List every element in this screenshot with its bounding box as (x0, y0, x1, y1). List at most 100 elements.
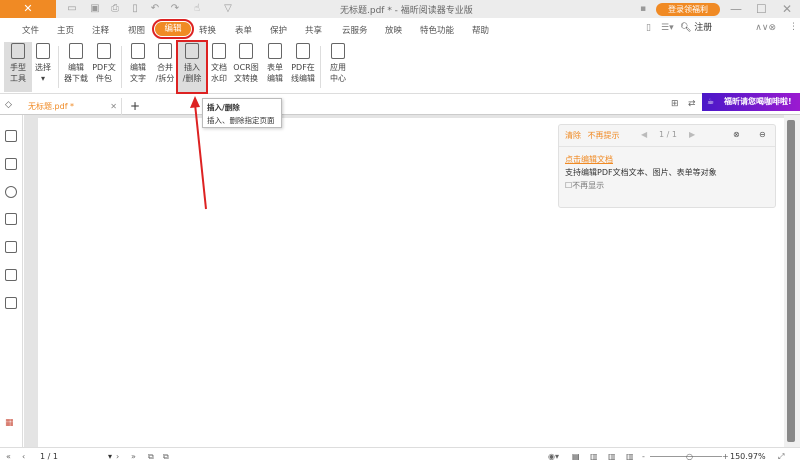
phone-icon[interactable]: ▯ (646, 23, 651, 33)
security-icon[interactable] (5, 269, 17, 281)
next-tip-icon[interactable]: ▶ (689, 130, 695, 139)
menu-form[interactable]: 表单 (235, 24, 252, 36)
continuous-icon[interactable]: ▥ (590, 448, 598, 465)
label: 应用 中心 (330, 63, 346, 83)
menu-convert[interactable]: 转换 (199, 24, 216, 36)
scrollbar-thumb[interactable] (787, 120, 795, 442)
select-button[interactable]: 选择 ▾ (29, 42, 57, 84)
grid-view-icon[interactable]: ⊞ (671, 99, 679, 109)
divider (58, 46, 59, 88)
insert-page-icon (185, 43, 199, 59)
menu-comment[interactable]: 注释 (92, 24, 109, 36)
comment-icon[interactable] (5, 186, 17, 198)
open-icon[interactable]: ▭ (66, 3, 78, 15)
login-button[interactable]: 登录领福利 (656, 3, 720, 16)
first-page-icon[interactable]: « (6, 448, 11, 465)
print-icon[interactable]: ⎙ (109, 3, 121, 15)
online-edit-button[interactable]: PDF在 线编辑 (289, 42, 317, 84)
form-edit-button[interactable]: 表单 编辑 (261, 42, 289, 84)
new-icon[interactable]: ▯ (129, 3, 141, 15)
search-nav-icon[interactable]: ∧∨⊗ (755, 21, 776, 36)
bookmark-icon[interactable] (5, 130, 17, 142)
label: 合并 /拆分 (155, 63, 175, 83)
coffee-icon: ☕ (707, 97, 715, 106)
next-page-icon[interactable]: › (116, 448, 119, 465)
prev-page-icon[interactable]: ‹ (22, 448, 25, 465)
customize-icon[interactable]: ▽ (222, 3, 234, 15)
menu-present[interactable]: 放映 (385, 24, 402, 36)
menu-share[interactable]: 共享 (305, 24, 322, 36)
facing-icon[interactable]: ▥ (608, 448, 616, 465)
pdf-package-button[interactable]: PDF文 件包 (90, 42, 118, 84)
redo-icon[interactable]: ↷ (169, 3, 181, 15)
more-icon[interactable]: ⋮ (789, 22, 798, 32)
minimize-button[interactable]: — (730, 2, 742, 16)
menu-view[interactable]: 视图 (128, 24, 145, 36)
maximize-button[interactable]: ☐ (756, 2, 767, 16)
new-tab-button[interactable]: + (130, 99, 140, 113)
label: 选择 (35, 63, 51, 72)
insert-delete-button[interactable]: 插入 /删除 (176, 40, 208, 94)
promo-banner[interactable]: ☕ 福昕请您喝咖啡啦! (702, 93, 800, 111)
zoom-in-button[interactable]: + (722, 448, 729, 465)
menu-help[interactable]: 帮助 (472, 24, 489, 36)
edit-text-button[interactable]: 编辑 文字 (124, 42, 152, 84)
attachment-icon[interactable] (5, 241, 17, 253)
zoom-level[interactable]: 150.97% (730, 448, 766, 465)
hand-icon[interactable]: ☝ (191, 3, 203, 15)
settings-icon[interactable]: ⊗ (733, 130, 740, 139)
pages-icon[interactable] (5, 158, 17, 170)
app-center-button[interactable]: 应用 中心 (324, 42, 352, 84)
cover-facing-icon[interactable]: ▥ (626, 448, 634, 465)
menu-features[interactable]: 特色功能 (420, 24, 454, 36)
divider (320, 46, 321, 88)
ocr-button[interactable]: OCR图 文转换 (232, 42, 260, 84)
clear-link[interactable]: 清除 (565, 131, 581, 140)
label: OCR图 文转换 (233, 63, 259, 83)
app-logo: ✕ (0, 0, 56, 18)
extract-page-icon[interactable]: ⧉ (163, 448, 169, 465)
search-input[interactable]: 🔍︎ 注册 ∧∨⊗ (680, 21, 776, 36)
close-tab-icon[interactable]: ✕ (110, 98, 117, 115)
watermark-button[interactable]: 文档 水印 (205, 42, 233, 84)
dont-show-checkbox[interactable]: ☐不再显示 (565, 179, 769, 192)
signature-icon[interactable] (5, 297, 17, 309)
find-options-icon[interactable]: ☰▾ (661, 23, 674, 33)
undo-icon[interactable]: ↶ (149, 3, 161, 15)
menu-home[interactable]: 主页 (57, 24, 74, 36)
layers-icon[interactable] (5, 213, 17, 225)
search-value: 注册 (694, 23, 713, 33)
page-input[interactable]: 1 / 1 ▾ (40, 448, 112, 465)
editor-download-button[interactable]: 编辑 器下载 (62, 42, 90, 84)
switch-icon[interactable]: ⇄ (688, 99, 696, 109)
view-mode-icon[interactable]: ◉▾ (548, 448, 559, 465)
zoom-out-button[interactable]: - (642, 448, 645, 465)
single-page-icon[interactable]: ▤ (572, 448, 580, 465)
fullscreen-icon[interactable]: ⤢ (778, 448, 784, 465)
menu-file[interactable]: 文件 (22, 24, 39, 36)
no-more-tips-link[interactable]: 不再提示 (588, 131, 620, 140)
zoom-slider-thumb[interactable]: ○ (686, 448, 693, 465)
prev-tip-icon[interactable]: ◀ (641, 130, 647, 139)
search-icon: 🔍︎ (680, 23, 695, 33)
document-tab[interactable]: 无标题.pdf * ✕ (22, 98, 122, 115)
merge-icon (158, 43, 172, 59)
menu-cloud[interactable]: 云服务 (342, 24, 368, 36)
last-page-icon[interactable]: » (131, 448, 136, 465)
apps-plugin-icon[interactable]: ▦ (5, 418, 14, 428)
tip-page: 1 / 1 (659, 130, 677, 139)
ocr-icon (239, 43, 253, 59)
menu-edit[interactable]: 编辑 (152, 19, 194, 39)
eraser-icon[interactable]: ◇ (5, 100, 12, 110)
collapse-icon[interactable]: ⊖ (759, 130, 766, 139)
save-icon[interactable]: ▣ (89, 3, 101, 15)
hand-tool-button[interactable]: 手型 工具 (4, 42, 32, 92)
merge-split-button[interactable]: 合并 /拆分 (151, 42, 179, 84)
close-button[interactable]: ✕ (782, 2, 792, 16)
edit-document-link[interactable]: 点击编辑文档 (565, 153, 769, 166)
menu-protect[interactable]: 保护 (270, 24, 287, 36)
rotate-page-icon[interactable]: ⧉ (148, 448, 154, 465)
online-edit-icon (296, 43, 310, 59)
form-icon (268, 43, 282, 59)
hand-icon (11, 43, 25, 59)
